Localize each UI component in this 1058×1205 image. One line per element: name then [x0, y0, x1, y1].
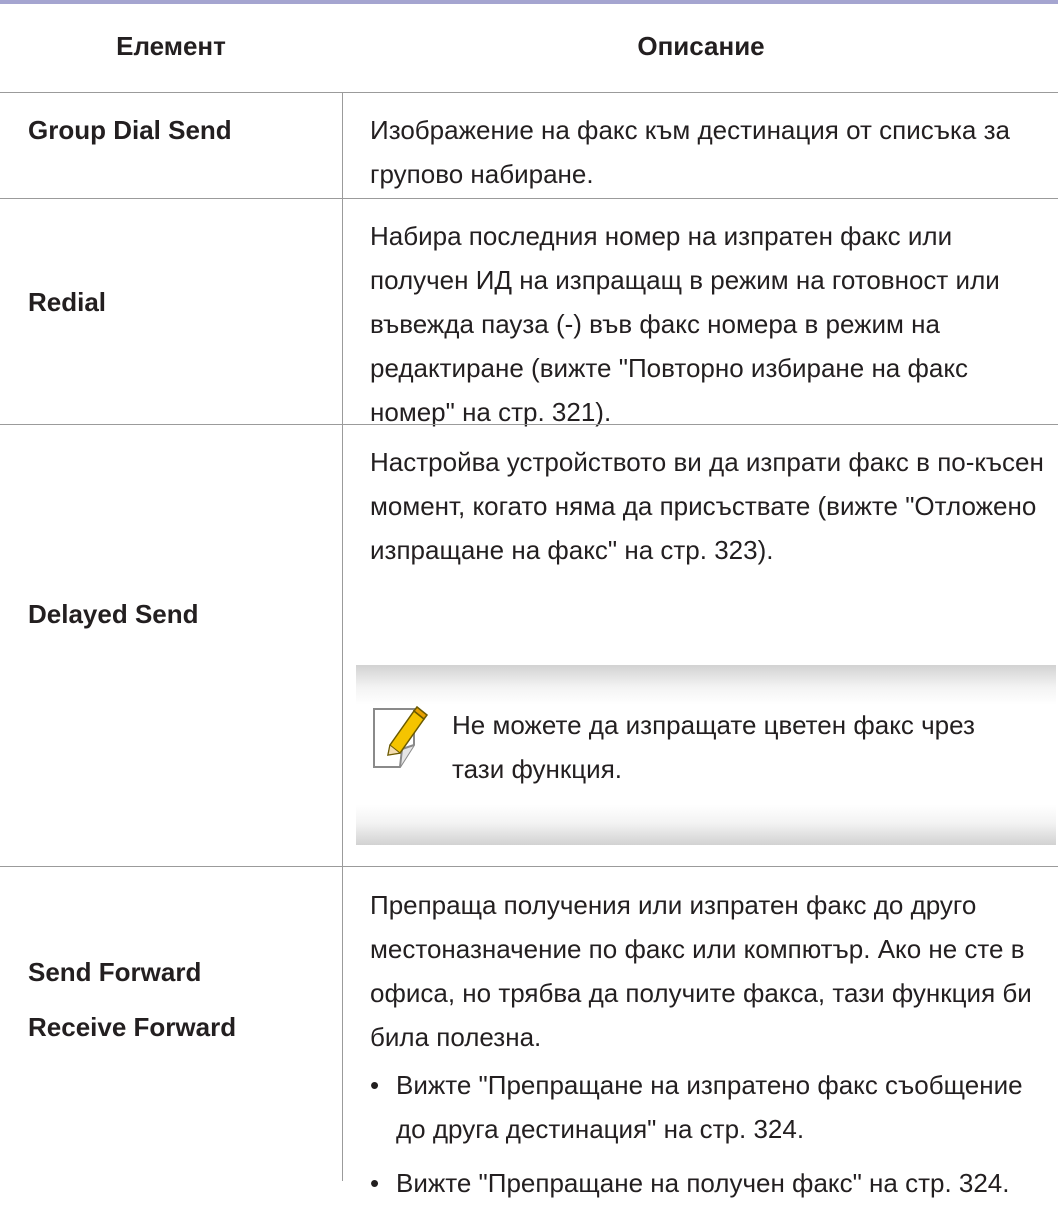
note-box: Не можете да изпращате цветен факс чрез …: [356, 665, 1056, 845]
bullet-glyph: •: [370, 1070, 380, 1100]
row-desc-delayed-send: Настройва устройството ви да изпрати фак…: [370, 447, 1044, 565]
note-text: Не можете да изпращате цветен факс чрез …: [452, 710, 975, 784]
row-name-delayed-send: Delayed Send: [28, 599, 199, 629]
row-name-group-dial-send: Group Dial Send: [28, 115, 232, 145]
header-separator: [0, 92, 1058, 93]
row-name-redial: Redial: [28, 287, 107, 317]
row-separator: [0, 424, 1058, 425]
row-name-receive-forward: Receive Forward: [28, 1012, 237, 1042]
row-separator: [0, 198, 1058, 199]
bullet-text: Вижте "Препращане на изпратено факс съоб…: [396, 1070, 1023, 1144]
row-separator: [0, 866, 1058, 867]
header-element: Елемент: [116, 31, 226, 61]
row-name-send-forward: Send Forward: [28, 957, 202, 987]
column-divider: [342, 93, 343, 1181]
pencil-note-icon: [373, 705, 429, 768]
header-description: Описание: [637, 31, 765, 61]
row-desc-group-dial-send: Изображение на факс към дестинация от сп…: [370, 115, 1010, 189]
bullet-glyph: •: [370, 1168, 380, 1198]
row-desc-redial: Набира последния номер на изпратен факс …: [370, 221, 1000, 427]
bullet-text: Вижте "Препращане на получен факс" на ст…: [396, 1168, 1010, 1198]
row-desc-forward: Препраща получения или изпратен факс до …: [370, 890, 1032, 1052]
